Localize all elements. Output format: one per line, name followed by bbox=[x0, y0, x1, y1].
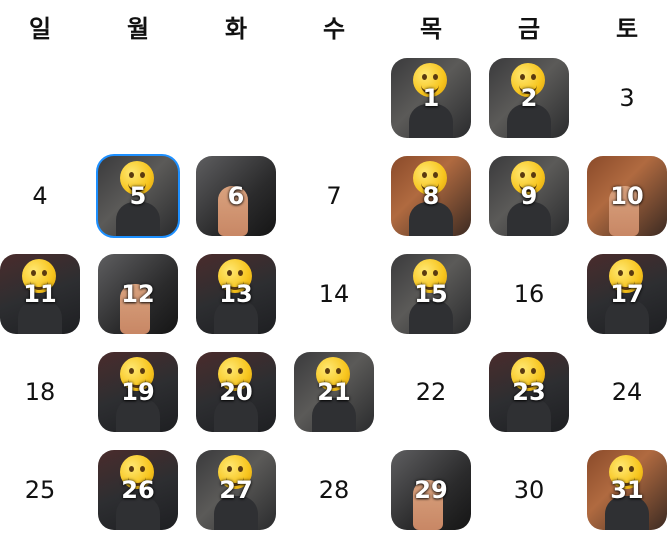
day-cell[interactable]: 4 bbox=[0, 156, 80, 236]
day-number: 29 bbox=[414, 476, 448, 504]
day-number: 20 bbox=[219, 378, 253, 406]
day-cell-photo[interactable]: 12 bbox=[98, 254, 178, 334]
day-cell-photo[interactable]: 11 bbox=[0, 254, 80, 334]
weekday-header: 금 bbox=[517, 14, 541, 43]
day-number: 7 bbox=[326, 182, 342, 210]
day-number: 16 bbox=[513, 280, 545, 308]
calendar-grid: 일 월 화 수 목 금 토 1 2 3 4 5 6 7 8 9 10 11 12 13 14 15 16 17 18 19 20 21… bbox=[0, 0, 668, 536]
day-number: 13 bbox=[219, 280, 253, 308]
weekday-header: 토 bbox=[615, 14, 639, 43]
day-cell[interactable]: 24 bbox=[587, 352, 667, 432]
day-number: 17 bbox=[610, 280, 644, 308]
weekday-header: 월 bbox=[126, 14, 150, 43]
day-number: 23 bbox=[512, 378, 546, 406]
day-cell-photo[interactable]: 1 bbox=[391, 58, 471, 138]
day-number: 19 bbox=[121, 378, 155, 406]
day-cell[interactable]: 22 bbox=[391, 352, 471, 432]
weekday-header: 일 bbox=[28, 14, 52, 43]
day-number: 27 bbox=[219, 476, 253, 504]
day-cell[interactable]: 7 bbox=[294, 156, 374, 236]
day-number: 11 bbox=[23, 280, 57, 308]
day-cell[interactable]: 16 bbox=[489, 254, 569, 334]
day-number: 6 bbox=[227, 182, 245, 210]
day-number: 1 bbox=[422, 84, 440, 112]
day-cell-photo[interactable]: 27 bbox=[196, 450, 276, 530]
day-number: 28 bbox=[318, 476, 350, 504]
day-number: 3 bbox=[619, 84, 635, 112]
day-number: 25 bbox=[24, 476, 56, 504]
day-cell-photo[interactable]: 9 bbox=[489, 156, 569, 236]
day-cell[interactable]: 18 bbox=[0, 352, 80, 432]
day-cell-photo[interactable]: 31 bbox=[587, 450, 667, 530]
day-cell-photo[interactable]: 13 bbox=[196, 254, 276, 334]
day-cell-photo[interactable]: 15 bbox=[391, 254, 471, 334]
day-number: 14 bbox=[318, 280, 350, 308]
day-cell-photo[interactable]: 23 bbox=[489, 352, 569, 432]
day-cell-photo[interactable]: 21 bbox=[294, 352, 374, 432]
day-cell-photo[interactable]: 29 bbox=[391, 450, 471, 530]
day-number: 9 bbox=[520, 182, 538, 210]
day-number: 10 bbox=[610, 182, 644, 210]
day-cell[interactable]: 28 bbox=[294, 450, 374, 530]
day-cell-photo[interactable]: 6 bbox=[196, 156, 276, 236]
day-number: 12 bbox=[121, 280, 155, 308]
day-cell[interactable]: 30 bbox=[489, 450, 569, 530]
day-cell[interactable]: 25 bbox=[0, 450, 80, 530]
day-number: 8 bbox=[422, 182, 440, 210]
day-number: 26 bbox=[121, 476, 155, 504]
weekday-header: 수 bbox=[322, 14, 346, 43]
day-cell-photo[interactable]: 5 bbox=[96, 154, 180, 238]
day-number: 21 bbox=[317, 378, 351, 406]
day-number: 30 bbox=[513, 476, 545, 504]
day-number: 22 bbox=[415, 378, 447, 406]
day-cell-photo[interactable]: 17 bbox=[587, 254, 667, 334]
day-cell[interactable]: 14 bbox=[294, 254, 374, 334]
day-number: 2 bbox=[520, 84, 538, 112]
day-cell-photo[interactable]: 10 bbox=[587, 156, 667, 236]
weekday-header: 화 bbox=[224, 14, 248, 43]
day-cell-photo[interactable]: 20 bbox=[196, 352, 276, 432]
day-number: 24 bbox=[611, 378, 643, 406]
day-cell-photo[interactable]: 2 bbox=[489, 58, 569, 138]
day-number: 5 bbox=[129, 182, 147, 210]
day-number: 15 bbox=[414, 280, 448, 308]
day-cell-photo[interactable]: 26 bbox=[98, 450, 178, 530]
day-cell-photo[interactable]: 19 bbox=[98, 352, 178, 432]
day-cell-photo[interactable]: 8 bbox=[391, 156, 471, 236]
weekday-header: 목 bbox=[419, 14, 443, 43]
day-number: 18 bbox=[24, 378, 56, 406]
day-number: 4 bbox=[32, 182, 48, 210]
day-number: 31 bbox=[610, 476, 644, 504]
day-cell[interactable]: 3 bbox=[587, 58, 667, 138]
